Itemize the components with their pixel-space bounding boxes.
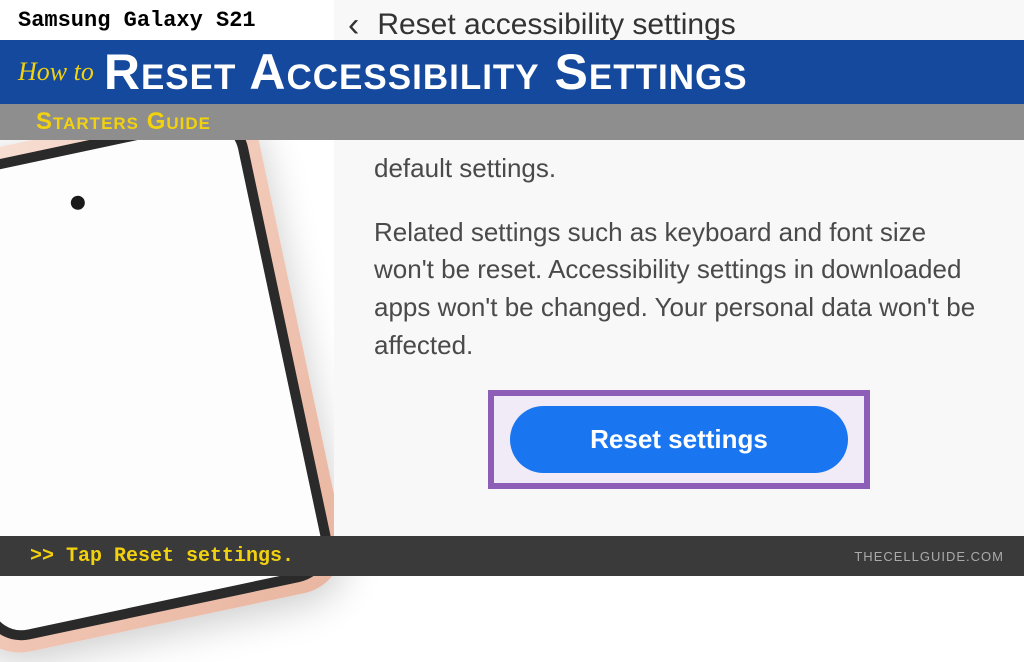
title-banner: How to Reset Accessibility Settings xyxy=(0,40,1024,104)
howto-prefix: How to xyxy=(18,57,94,87)
panel-title: Reset accessibility settings xyxy=(377,8,735,42)
description-line-1: default settings. xyxy=(374,150,984,188)
reset-settings-button[interactable]: Reset settings xyxy=(510,406,848,473)
description-line-2: Related settings such as keyboard and fo… xyxy=(374,214,984,365)
instruction-bar: >> Tap Reset settings. THECELLGUIDE.COM xyxy=(0,536,1024,576)
subtitle-banner: Starters Guide xyxy=(0,104,1024,140)
highlight-box: Reset settings xyxy=(488,390,870,489)
back-icon[interactable]: ‹ xyxy=(348,6,359,45)
instruction-text: >> Tap Reset settings. xyxy=(30,545,294,568)
page-title: Reset Accessibility Settings xyxy=(104,43,748,101)
watermark: THECELLGUIDE.COM xyxy=(854,549,1004,564)
button-container: Reset settings xyxy=(374,390,984,489)
subtitle: Starters Guide xyxy=(36,108,211,136)
camera-dot-icon xyxy=(70,194,87,211)
device-label: Samsung Galaxy S21 xyxy=(18,8,256,33)
